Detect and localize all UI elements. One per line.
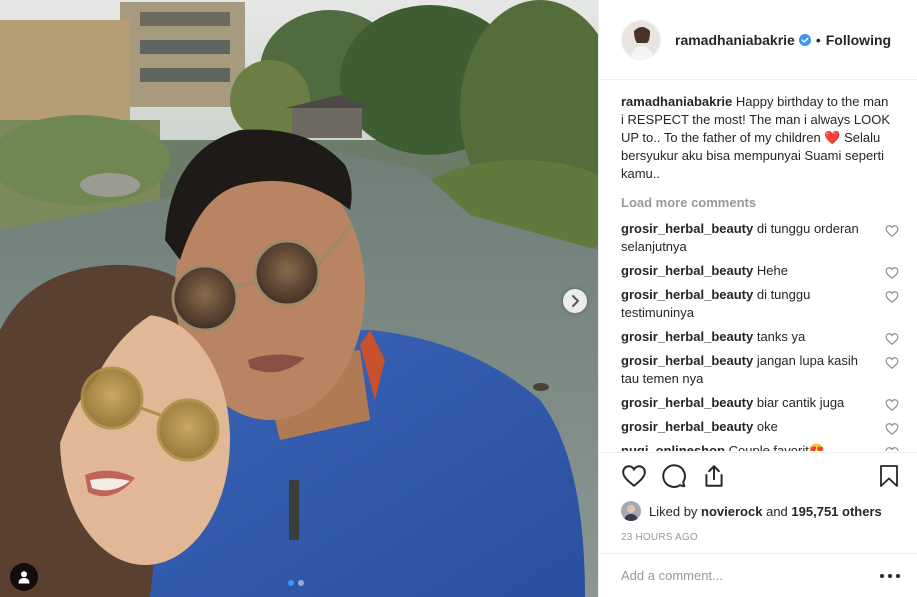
- post-image: [0, 0, 598, 597]
- person-tag-icon: [18, 571, 30, 584]
- post-actions: Liked by novierock and 195,751 others 23…: [599, 452, 917, 543]
- carousel-indicator: [288, 580, 304, 586]
- heart-outline-icon[interactable]: [885, 356, 899, 370]
- likes-summary: Liked by novierock and 195,751 others: [621, 501, 901, 521]
- load-more-comments-button[interactable]: Load more comments: [621, 195, 901, 210]
- chevron-right-icon: [572, 295, 579, 307]
- comment-username[interactable]: grosir_herbal_beauty: [621, 287, 753, 302]
- comment-item: grosir_herbal_beauty jangan lupa kasih t…: [621, 352, 901, 388]
- likes-others-count[interactable]: 195,751 others: [791, 504, 881, 519]
- avatar[interactable]: [621, 19, 661, 60]
- post-header: ramadhaniabakrie • Following: [599, 0, 917, 80]
- comment-username[interactable]: nugi_onlineshop: [621, 443, 725, 451]
- heart-outline-icon[interactable]: [885, 224, 899, 238]
- carousel-dot-active: [288, 580, 294, 586]
- tagged-people-button[interactable]: [10, 563, 38, 591]
- post-timestamp[interactable]: 23 HOURS AGO: [621, 532, 901, 543]
- comment-item: grosir_herbal_beauty biar cantik juga: [621, 394, 901, 412]
- likes-joiner: and: [766, 503, 788, 519]
- verified-badge-icon: [798, 33, 811, 46]
- liker-username[interactable]: novierock: [701, 504, 762, 519]
- comment-text: oke: [756, 419, 778, 434]
- comment-input[interactable]: [621, 568, 879, 583]
- comment-text: tanks ya: [756, 329, 806, 344]
- more-options-button[interactable]: [879, 573, 901, 579]
- heart-outline-icon[interactable]: [885, 332, 899, 346]
- like-button[interactable]: [621, 463, 647, 489]
- comment-text: Hehe: [756, 263, 788, 278]
- comment-bubble-icon: [662, 464, 686, 488]
- next-slide-button[interactable]: [563, 289, 587, 313]
- comment-item: grosir_herbal_beauty di tunggu orderan s…: [621, 220, 901, 256]
- comment-username[interactable]: grosir_herbal_beauty: [621, 221, 753, 236]
- comment-item: grosir_herbal_beauty tanks ya: [621, 328, 901, 346]
- save-button[interactable]: [877, 464, 901, 488]
- header-separator: •: [815, 31, 821, 48]
- share-button[interactable]: [701, 463, 727, 489]
- comment-item: nugi_onlineshop Couple favorit😍: [621, 442, 901, 451]
- post-side-panel: ramadhaniabakrie • Following ramadhaniab…: [598, 0, 917, 597]
- comment-username[interactable]: grosir_herbal_beauty: [621, 419, 753, 434]
- heart-outline-icon[interactable]: [885, 446, 899, 451]
- comment-username[interactable]: grosir_herbal_beauty: [621, 353, 753, 368]
- share-icon: [705, 465, 723, 487]
- heart-outline-icon[interactable]: [885, 266, 899, 280]
- following-button[interactable]: Following: [826, 32, 891, 48]
- add-comment-bar: [599, 553, 917, 597]
- comment-username[interactable]: grosir_herbal_beauty: [621, 395, 753, 410]
- comment-username[interactable]: grosir_herbal_beauty: [621, 263, 753, 278]
- comments-list[interactable]: ramadhaniabakrie Happy birthday to the m…: [599, 81, 917, 451]
- heart-outline-icon[interactable]: [885, 290, 899, 304]
- likes-prefix: Liked by: [649, 503, 698, 519]
- post-photo[interactable]: [0, 0, 598, 597]
- action-icons-row: [621, 461, 901, 491]
- comment-text: biar cantik juga: [756, 395, 845, 410]
- caption-heart-emoji: ❤️: [824, 130, 841, 145]
- heart-outline-icon[interactable]: [885, 422, 899, 436]
- post-author-username[interactable]: ramadhaniabakrie: [675, 32, 795, 48]
- profile-avatar-image: [622, 20, 660, 59]
- comment-button[interactable]: [661, 463, 687, 489]
- caption-username[interactable]: ramadhaniabakrie: [621, 94, 732, 109]
- heart-outline-icon[interactable]: [885, 398, 899, 412]
- comment-item: grosir_herbal_beauty oke: [621, 418, 901, 436]
- comment-username[interactable]: grosir_herbal_beauty: [621, 329, 753, 344]
- comment-item: grosir_herbal_beauty Hehe: [621, 262, 901, 280]
- liker-avatar[interactable]: [621, 501, 641, 521]
- heart-outline-icon: [622, 465, 646, 487]
- comment-item: grosir_herbal_beauty di tunggu testimuni…: [621, 286, 901, 322]
- comment-text: Couple favorit😍: [728, 443, 826, 451]
- carousel-dot: [298, 580, 304, 586]
- post-caption: ramadhaniabakrie Happy birthday to the m…: [621, 93, 901, 183]
- bookmark-icon: [880, 465, 898, 487]
- ellipsis-icon: [880, 573, 900, 578]
